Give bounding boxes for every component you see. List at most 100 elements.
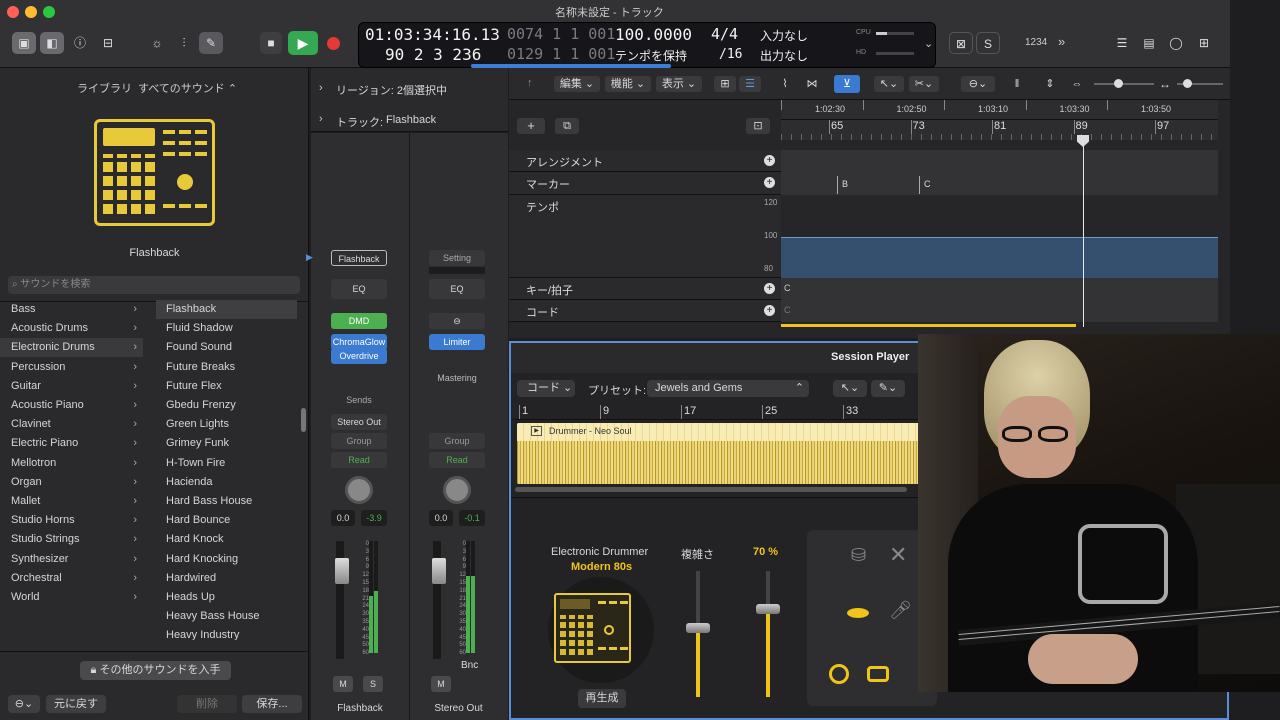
add-global-icon[interactable]: + xyxy=(764,177,775,188)
notepad-icon[interactable]: ▤ xyxy=(1137,32,1161,54)
ch1-plugin-overdrive[interactable]: Overdrive xyxy=(331,348,387,364)
ch1-setting-button[interactable]: Flashback xyxy=(331,250,387,266)
vertical-zoom-icon[interactable]: ⇕ xyxy=(1039,76,1061,92)
sound-item[interactable]: Fluid Shadow xyxy=(156,319,297,338)
play-button[interactable]: ▶ xyxy=(288,31,318,55)
horizontal-zoom-slider[interactable] xyxy=(1177,79,1223,88)
more-chevron-icon[interactable]: » xyxy=(1058,34,1065,49)
toolbar-toggle-icon[interactable]: ⊟ xyxy=(96,32,120,54)
preset-menu[interactable]: Jewels and Gems ⌃ xyxy=(647,380,809,397)
scissors-tool-icon[interactable]: ✂⌄ xyxy=(909,76,939,92)
catch-icon[interactable]: ↑ xyxy=(527,77,533,89)
ch1-plugin-dmd[interactable]: DMD xyxy=(331,313,387,329)
add-track-button[interactable]: + xyxy=(517,118,545,134)
global-tracks-icon[interactable]: ⊡ xyxy=(746,118,770,134)
ch1-eq[interactable]: EQ xyxy=(331,279,387,299)
quick-help-icon[interactable]: ⓘ xyxy=(68,32,92,54)
minimize-window-button[interactable] xyxy=(25,6,37,18)
cymbal-icon[interactable] xyxy=(847,608,869,618)
ch2-mute-button[interactable]: M xyxy=(431,676,451,692)
sound-list-scrollbar[interactable] xyxy=(301,408,306,432)
grid-view-icon[interactable]: ⊞ xyxy=(714,76,736,92)
ch2-group[interactable]: Group xyxy=(429,433,485,449)
ch2-bounce-button[interactable]: Bnc xyxy=(461,660,478,671)
list-view-icon[interactable]: ☰ xyxy=(739,76,761,92)
ch1-fader[interactable] xyxy=(335,558,349,584)
track-disclosure-icon[interactable]: › xyxy=(319,113,323,125)
lcd-menu-chevron-icon[interactable]: ⌄ xyxy=(924,37,933,50)
add-global-icon[interactable]: + xyxy=(764,283,775,294)
sound-item[interactable]: Gbedu Frenzy xyxy=(156,396,297,415)
smart-controls-icon[interactable]: ☼ xyxy=(145,32,169,54)
editor-pencil-icon[interactable]: ✎ xyxy=(199,32,223,54)
add-global-icon[interactable]: + xyxy=(764,155,775,166)
get-more-sounds-button[interactable]: 🔒︎ その他のサウンドを入手 xyxy=(80,661,231,680)
stop-button[interactable]: ■ xyxy=(260,32,282,54)
ch2-plugin-limiter[interactable]: Limiter xyxy=(429,334,485,350)
snap-icon[interactable]: ⊻ xyxy=(834,75,860,93)
save-button[interactable]: 保存... xyxy=(242,695,302,713)
region-play-icon[interactable]: ▶ xyxy=(531,426,542,436)
sound-item[interactable]: Hard Bounce xyxy=(156,511,297,530)
global-track-lane[interactable] xyxy=(781,300,1218,322)
sound-item[interactable]: Future Flex xyxy=(156,377,297,396)
inspector-toggle-icon[interactable]: ◧ xyxy=(40,32,64,54)
session-pointer-icon[interactable]: ↖⌄ xyxy=(833,380,867,397)
close-window-button[interactable] xyxy=(7,6,19,18)
sound-item[interactable]: Hardwired xyxy=(156,569,297,588)
sound-item[interactable]: Hard Knock xyxy=(156,530,297,549)
kit-name[interactable]: Modern 80s xyxy=(571,561,632,573)
tempo-area[interactable] xyxy=(781,237,1218,278)
session-ruler[interactable]: 1 9 17 25 33 xyxy=(513,403,918,420)
loop-browser-icon[interactable]: ◯ xyxy=(1164,32,1188,54)
waveform-zoom-icon[interactable]: ‖ xyxy=(1006,76,1028,92)
list-editors-icon[interactable]: ☰ xyxy=(1110,32,1134,54)
drummer-avatar[interactable] xyxy=(548,577,654,683)
ch1-sends[interactable]: Sends xyxy=(331,392,387,408)
zoom-window-button[interactable] xyxy=(43,6,55,18)
sticks-icon[interactable]: ✕ xyxy=(889,542,907,568)
timeline-ruler[interactable]: 1:02:30 1:02:50 1:03:10 1:03:30 1:03:50 65 73 8… xyxy=(781,100,1218,140)
solo-icon[interactable]: S xyxy=(976,32,1000,54)
ch2-pan[interactable]: -0.1 xyxy=(459,510,485,526)
ch1-solo-button[interactable]: S xyxy=(363,676,383,692)
edit-menu[interactable]: 編集 ⌄ xyxy=(554,76,600,92)
sound-search-input[interactable]: ⌕ サウンドを検索 xyxy=(8,276,300,294)
ch2-link-icon[interactable]: ⊖ xyxy=(429,313,485,329)
automation-icon[interactable]: ⌇ xyxy=(774,76,796,92)
playhead[interactable] xyxy=(1083,135,1084,327)
more-options-icon[interactable]: ⊖⌄ xyxy=(961,76,995,92)
ch1-volume[interactable]: 0.0 xyxy=(331,510,355,526)
sound-item[interactable]: Hard Bass House xyxy=(156,492,297,511)
regenerate-button[interactable]: 再生成 xyxy=(578,689,626,708)
global-track-lane[interactable] xyxy=(781,278,1218,300)
view-menu[interactable]: 表示 ⌄ xyxy=(656,76,702,92)
sound-item[interactable]: Found Sound xyxy=(156,338,297,357)
duplicate-track-icon[interactable]: ⧉ xyxy=(555,118,579,134)
tambourine-icon[interactable]: 🎤︎ xyxy=(889,600,912,621)
complexity-slider[interactable] xyxy=(686,571,710,697)
ch1-pan[interactable]: -3.9 xyxy=(361,510,387,526)
revert-button[interactable]: 元に戻す xyxy=(46,695,106,713)
ch1-pan-knob[interactable] xyxy=(345,476,373,504)
sound-item[interactable]: Heads Up xyxy=(156,588,297,607)
library-options-icon[interactable]: ⊖⌄ xyxy=(8,695,40,713)
ch2-volume[interactable]: 0.0 xyxy=(429,510,453,526)
sound-item[interactable]: H-Town Fire xyxy=(156,454,297,473)
shaker-icon[interactable]: ⛁ xyxy=(851,545,866,566)
sound-item[interactable]: Flashback xyxy=(156,300,297,319)
sound-item[interactable]: Hacienda xyxy=(156,473,297,492)
kick-drum-icon[interactable] xyxy=(829,664,849,684)
mixer-icon[interactable]: ⫶ xyxy=(172,32,196,54)
sound-item[interactable]: Grimey Funk xyxy=(156,434,297,453)
region-disclosure-icon[interactable]: › xyxy=(319,82,323,94)
region-label[interactable]: リージョン: 2個選択中 xyxy=(336,82,447,98)
drummer-region[interactable]: ▶ Drummer - Neo Soul xyxy=(517,423,921,484)
mode-menu[interactable]: コード ⌄ xyxy=(517,380,575,397)
loudness-slider[interactable] xyxy=(756,571,780,697)
ch2-pan-knob[interactable] xyxy=(443,476,471,504)
sound-item[interactable]: Future Breaks xyxy=(156,358,297,377)
vertical-zoom-slider[interactable] xyxy=(1094,79,1154,88)
session-scrollbar[interactable] xyxy=(515,487,907,492)
sound-item[interactable]: Heavy Bass House xyxy=(156,607,297,626)
